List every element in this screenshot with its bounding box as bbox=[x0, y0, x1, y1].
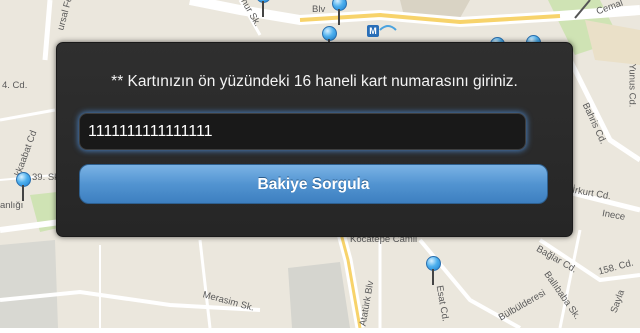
balance-query-button[interactable]: Bakiye Sorgula bbox=[79, 164, 548, 204]
map-pin-icon[interactable] bbox=[426, 256, 441, 286]
street-label: Blv bbox=[312, 4, 326, 15]
balance-query-dialog: ** Kartınızın ön yüzündeki 16 haneli kar… bbox=[56, 42, 573, 237]
metro-icon: M bbox=[367, 25, 379, 37]
street-label: Yunus Cd. bbox=[626, 63, 638, 108]
map-pin-icon[interactable] bbox=[256, 0, 271, 18]
card-number-input[interactable] bbox=[79, 113, 526, 150]
street-label: 4. Cd. bbox=[2, 80, 28, 91]
map-pin-icon[interactable] bbox=[332, 0, 347, 26]
card-number-prompt: ** Kartınızın ön yüzündeki 16 haneli kar… bbox=[111, 73, 518, 90]
map-pin-icon[interactable] bbox=[16, 172, 31, 202]
